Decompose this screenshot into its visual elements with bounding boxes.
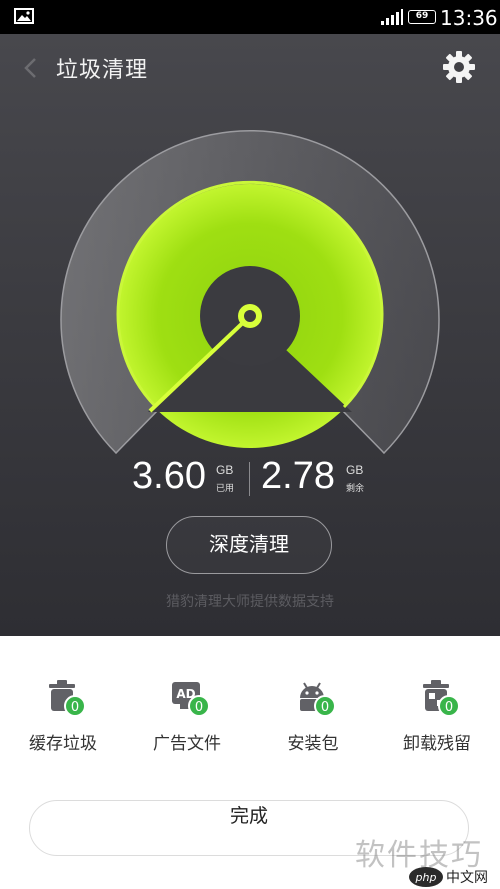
deep-clean-button[interactable]: 深度清理: [166, 516, 332, 574]
category-label: 广告文件: [153, 734, 221, 754]
category-label: 安装包: [287, 734, 339, 754]
android-icon: 0: [300, 682, 336, 717]
free-value: 2.78: [261, 455, 335, 497]
category-cache[interactable]: 0 缓存垃圾: [3, 676, 123, 756]
status-bar: 69 13:36: [0, 0, 500, 34]
residual-icon: 0: [423, 680, 460, 717]
category-apk[interactable]: 0 安装包: [253, 676, 373, 756]
signal-icon: [381, 9, 403, 25]
gauge-needle-pivot: [244, 310, 256, 322]
svg-text:中文网: 中文网: [446, 870, 488, 886]
trash-can-icon: 0: [49, 680, 86, 717]
used-unit: GB: [216, 463, 234, 477]
credit-text: 猎豹清理大师提供数据支持: [166, 594, 334, 610]
ad-icon: AD 0: [172, 682, 210, 717]
category-label: 缓存垃圾: [29, 734, 97, 754]
gallery-notification-icon: [14, 8, 34, 24]
svg-text:php: php: [415, 871, 437, 884]
status-time: 13:36: [440, 6, 498, 30]
category-ads[interactable]: AD 0 广告文件: [127, 676, 247, 756]
badge-count: 0: [445, 700, 453, 715]
site-watermark-logo: php 中文网: [409, 867, 488, 887]
used-label: 已用: [216, 484, 235, 494]
free-unit: GB: [346, 463, 364, 477]
battery-icon: 69: [408, 10, 436, 24]
category-residual[interactable]: 0 卸载残留: [377, 676, 497, 756]
storage-gauge: [60, 129, 440, 455]
stats-divider: [249, 462, 250, 496]
badge-count: 0: [195, 700, 203, 715]
free-label: 剩余: [346, 484, 365, 494]
used-value: 3.60: [132, 455, 206, 497]
category-label: 卸载残留: [403, 734, 471, 754]
badge-count: 0: [321, 700, 329, 715]
badge-count: 0: [71, 700, 79, 715]
